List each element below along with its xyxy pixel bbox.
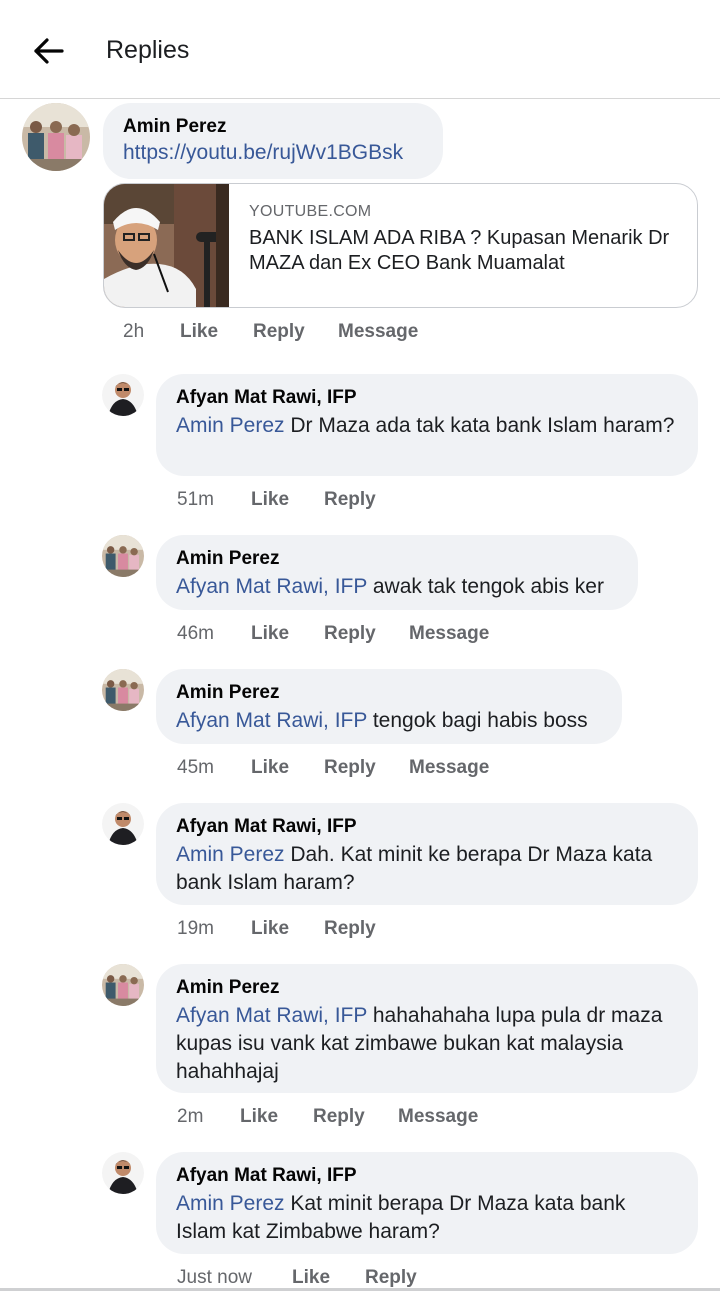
comment-bubble[interactable]: Afyan Mat Rawi, IFP Amin Perez Kat minit… bbox=[156, 1152, 698, 1254]
avatar[interactable] bbox=[102, 964, 144, 1006]
comment-author[interactable]: Afyan Mat Rawi, IFP bbox=[176, 386, 678, 410]
comment-time: 51m bbox=[177, 489, 214, 510]
comment-text: Afyan Mat Rawi, IFP hahahahaha lupa pula… bbox=[176, 1004, 663, 1083]
video-thumbnail bbox=[104, 184, 229, 307]
message-button[interactable]: Message bbox=[398, 1106, 478, 1128]
comment-bubble[interactable]: Afyan Mat Rawi, IFP Amin Perez Dr Maza a… bbox=[156, 374, 698, 476]
message-button[interactable]: Message bbox=[409, 757, 489, 779]
mention-link[interactable]: Amin Perez bbox=[176, 414, 285, 437]
like-button[interactable]: Like bbox=[292, 1267, 330, 1289]
message-button[interactable]: Message bbox=[409, 623, 489, 645]
comment-text: Amin Perez Dr Maza ada tak kata bank Isl… bbox=[176, 414, 675, 437]
comment-author[interactable]: Afyan Mat Rawi, IFP bbox=[176, 1164, 678, 1188]
comment-time: 2h bbox=[123, 321, 145, 342]
reply-button[interactable]: Reply bbox=[253, 321, 305, 343]
reply-button[interactable]: Reply bbox=[324, 918, 376, 940]
like-button[interactable]: Like bbox=[180, 321, 218, 343]
reply-button[interactable]: Reply bbox=[324, 757, 376, 779]
reply-button[interactable]: Reply bbox=[324, 489, 376, 511]
comment-bubble[interactable]: Amin Perez Afyan Mat Rawi, IFP tengok ba… bbox=[156, 669, 622, 744]
avatar[interactable] bbox=[102, 803, 144, 845]
like-button[interactable]: Like bbox=[251, 489, 289, 511]
back-arrow-icon[interactable] bbox=[28, 32, 70, 70]
mention-link[interactable]: Amin Perez bbox=[176, 1192, 285, 1215]
comment-time: 2m bbox=[177, 1106, 204, 1127]
page-title: Replies bbox=[106, 36, 190, 64]
comment-time: 46m bbox=[177, 623, 214, 644]
reply-button[interactable]: Reply bbox=[313, 1106, 365, 1128]
comment-time: 45m bbox=[177, 757, 214, 778]
top-bar: Replies bbox=[0, 0, 720, 99]
comment-author[interactable]: Amin Perez bbox=[123, 115, 423, 139]
comment-author[interactable]: Afyan Mat Rawi, IFP bbox=[176, 815, 678, 839]
like-button[interactable]: Like bbox=[251, 918, 289, 940]
reply-button[interactable]: Reply bbox=[365, 1267, 417, 1289]
comment-bubble[interactable]: Afyan Mat Rawi, IFP Amin Perez Dah. Kat … bbox=[156, 803, 698, 905]
comment-text: Amin Perez Dah. Kat minit ke berapa Dr M… bbox=[176, 843, 653, 894]
comment-author[interactable]: Amin Perez bbox=[176, 976, 678, 1000]
comment-text: Amin Perez Kat minit berapa Dr Maza kata… bbox=[176, 1192, 626, 1243]
comment-time: 19m bbox=[177, 918, 214, 939]
comment-text: Afyan Mat Rawi, IFP tengok bagi habis bo… bbox=[176, 709, 588, 732]
avatar[interactable] bbox=[102, 535, 144, 577]
comment-bubble[interactable]: Amin Perez Afyan Mat Rawi, IFP awak tak … bbox=[156, 535, 638, 610]
mention-link[interactable]: Afyan Mat Rawi, IFP bbox=[176, 575, 367, 598]
comment-bubble[interactable]: Amin Perez Afyan Mat Rawi, IFP hahahahah… bbox=[156, 964, 698, 1093]
comment-author[interactable]: Amin Perez bbox=[176, 681, 602, 705]
mention-link[interactable]: Amin Perez bbox=[176, 843, 285, 866]
comment-text: Afyan Mat Rawi, IFP awak tak tengok abis… bbox=[176, 575, 604, 598]
message-button[interactable]: Message bbox=[338, 321, 418, 343]
mention-link[interactable]: Afyan Mat Rawi, IFP bbox=[176, 1004, 367, 1027]
avatar[interactable] bbox=[102, 1152, 144, 1194]
avatar[interactable] bbox=[22, 103, 90, 171]
comment-author[interactable]: Amin Perez bbox=[176, 547, 618, 571]
comment-bubble[interactable]: Amin Perez https://youtu.be/rujWv1BGBsk bbox=[103, 103, 443, 179]
card-title: BANK ISLAM ADA RIBA ? Kupasan Menarik Dr… bbox=[249, 227, 670, 274]
avatar[interactable] bbox=[102, 374, 144, 416]
reply-button[interactable]: Reply bbox=[324, 623, 376, 645]
link-preview-card[interactable]: YOUTUBE.COM BANK ISLAM ADA RIBA ? Kupasa… bbox=[103, 183, 698, 308]
avatar[interactable] bbox=[102, 669, 144, 711]
comment-time: Just now bbox=[177, 1267, 252, 1288]
card-domain: YOUTUBE.COM bbox=[249, 203, 372, 220]
like-button[interactable]: Like bbox=[251, 757, 289, 779]
mention-link[interactable]: Afyan Mat Rawi, IFP bbox=[176, 709, 367, 732]
comment-link[interactable]: https://youtu.be/rujWv1BGBsk bbox=[123, 139, 423, 167]
like-button[interactable]: Like bbox=[251, 623, 289, 645]
like-button[interactable]: Like bbox=[240, 1106, 278, 1128]
